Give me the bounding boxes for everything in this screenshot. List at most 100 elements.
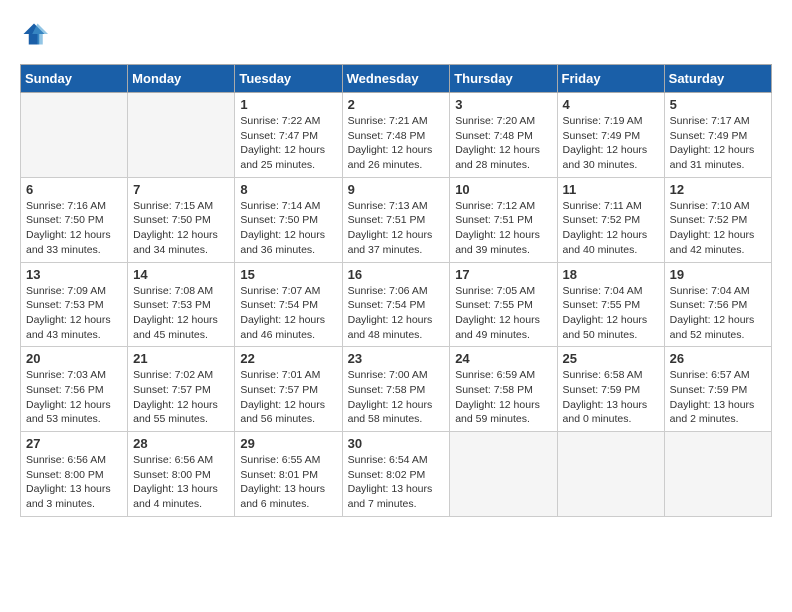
calendar-cell: 4 Sunrise: 7:19 AM Sunset: 7:49 PM Daylig… bbox=[557, 93, 664, 178]
day-number: 9 bbox=[348, 182, 445, 197]
day-number: 24 bbox=[455, 351, 551, 366]
calendar-cell: 16 Sunrise: 7:06 AM Sunset: 7:54 PM Dayli… bbox=[342, 262, 450, 347]
day-info: Sunrise: 6:59 AM Sunset: 7:58 PM Dayligh… bbox=[455, 368, 551, 427]
calendar-cell: 19 Sunrise: 7:04 AM Sunset: 7:56 PM Dayli… bbox=[664, 262, 771, 347]
week-row-4: 20 Sunrise: 7:03 AM Sunset: 7:56 PM Dayli… bbox=[21, 347, 772, 432]
calendar-cell: 7 Sunrise: 7:15 AM Sunset: 7:50 PM Daylig… bbox=[128, 177, 235, 262]
day-number: 27 bbox=[26, 436, 122, 451]
day-number: 26 bbox=[670, 351, 766, 366]
day-info: Sunrise: 7:02 AM Sunset: 7:57 PM Dayligh… bbox=[133, 368, 229, 427]
day-info: Sunrise: 7:15 AM Sunset: 7:50 PM Dayligh… bbox=[133, 199, 229, 258]
day-info: Sunrise: 7:10 AM Sunset: 7:52 PM Dayligh… bbox=[670, 199, 766, 258]
calendar-cell bbox=[21, 93, 128, 178]
calendar-cell: 26 Sunrise: 6:57 AM Sunset: 7:59 PM Dayli… bbox=[664, 347, 771, 432]
day-info: Sunrise: 7:16 AM Sunset: 7:50 PM Dayligh… bbox=[26, 199, 122, 258]
calendar-cell: 6 Sunrise: 7:16 AM Sunset: 7:50 PM Daylig… bbox=[21, 177, 128, 262]
calendar-cell: 10 Sunrise: 7:12 AM Sunset: 7:51 PM Dayli… bbox=[450, 177, 557, 262]
calendar-cell: 23 Sunrise: 7:00 AM Sunset: 7:58 PM Dayli… bbox=[342, 347, 450, 432]
calendar-cell bbox=[128, 93, 235, 178]
calendar-cell: 13 Sunrise: 7:09 AM Sunset: 7:53 PM Dayli… bbox=[21, 262, 128, 347]
calendar-cell: 12 Sunrise: 7:10 AM Sunset: 7:52 PM Dayli… bbox=[664, 177, 771, 262]
day-info: Sunrise: 7:20 AM Sunset: 7:48 PM Dayligh… bbox=[455, 114, 551, 173]
calendar-cell: 27 Sunrise: 6:56 AM Sunset: 8:00 PM Dayli… bbox=[21, 432, 128, 517]
day-info: Sunrise: 7:00 AM Sunset: 7:58 PM Dayligh… bbox=[348, 368, 445, 427]
day-number: 18 bbox=[563, 267, 659, 282]
day-number: 2 bbox=[348, 97, 445, 112]
weekday-header-thursday: Thursday bbox=[450, 65, 557, 93]
day-number: 29 bbox=[240, 436, 336, 451]
day-number: 20 bbox=[26, 351, 122, 366]
weekday-header-friday: Friday bbox=[557, 65, 664, 93]
calendar-cell: 25 Sunrise: 6:58 AM Sunset: 7:59 PM Dayli… bbox=[557, 347, 664, 432]
day-info: Sunrise: 6:56 AM Sunset: 8:00 PM Dayligh… bbox=[26, 453, 122, 512]
week-row-5: 27 Sunrise: 6:56 AM Sunset: 8:00 PM Dayli… bbox=[21, 432, 772, 517]
day-number: 5 bbox=[670, 97, 766, 112]
day-number: 10 bbox=[455, 182, 551, 197]
logo bbox=[20, 20, 52, 48]
day-info: Sunrise: 7:11 AM Sunset: 7:52 PM Dayligh… bbox=[563, 199, 659, 258]
calendar-cell: 20 Sunrise: 7:03 AM Sunset: 7:56 PM Dayli… bbox=[21, 347, 128, 432]
weekday-header-sunday: Sunday bbox=[21, 65, 128, 93]
calendar-cell: 28 Sunrise: 6:56 AM Sunset: 8:00 PM Dayli… bbox=[128, 432, 235, 517]
day-info: Sunrise: 6:56 AM Sunset: 8:00 PM Dayligh… bbox=[133, 453, 229, 512]
logo-icon bbox=[20, 20, 48, 48]
calendar-cell bbox=[557, 432, 664, 517]
day-number: 12 bbox=[670, 182, 766, 197]
page-header bbox=[20, 20, 772, 48]
day-number: 19 bbox=[670, 267, 766, 282]
day-info: Sunrise: 7:19 AM Sunset: 7:49 PM Dayligh… bbox=[563, 114, 659, 173]
calendar-cell: 8 Sunrise: 7:14 AM Sunset: 7:50 PM Daylig… bbox=[235, 177, 342, 262]
day-info: Sunrise: 7:09 AM Sunset: 7:53 PM Dayligh… bbox=[26, 284, 122, 343]
day-info: Sunrise: 6:55 AM Sunset: 8:01 PM Dayligh… bbox=[240, 453, 336, 512]
calendar-cell: 1 Sunrise: 7:22 AM Sunset: 7:47 PM Daylig… bbox=[235, 93, 342, 178]
day-number: 7 bbox=[133, 182, 229, 197]
day-info: Sunrise: 7:14 AM Sunset: 7:50 PM Dayligh… bbox=[240, 199, 336, 258]
calendar-cell: 14 Sunrise: 7:08 AM Sunset: 7:53 PM Dayli… bbox=[128, 262, 235, 347]
day-number: 28 bbox=[133, 436, 229, 451]
day-info: Sunrise: 7:08 AM Sunset: 7:53 PM Dayligh… bbox=[133, 284, 229, 343]
day-info: Sunrise: 7:06 AM Sunset: 7:54 PM Dayligh… bbox=[348, 284, 445, 343]
calendar-cell: 17 Sunrise: 7:05 AM Sunset: 7:55 PM Dayli… bbox=[450, 262, 557, 347]
day-number: 6 bbox=[26, 182, 122, 197]
day-info: Sunrise: 7:04 AM Sunset: 7:55 PM Dayligh… bbox=[563, 284, 659, 343]
day-info: Sunrise: 7:12 AM Sunset: 7:51 PM Dayligh… bbox=[455, 199, 551, 258]
calendar-cell: 9 Sunrise: 7:13 AM Sunset: 7:51 PM Daylig… bbox=[342, 177, 450, 262]
weekday-header-wednesday: Wednesday bbox=[342, 65, 450, 93]
day-info: Sunrise: 6:57 AM Sunset: 7:59 PM Dayligh… bbox=[670, 368, 766, 427]
calendar-table: SundayMondayTuesdayWednesdayThursdayFrid… bbox=[20, 64, 772, 517]
calendar-cell: 11 Sunrise: 7:11 AM Sunset: 7:52 PM Dayli… bbox=[557, 177, 664, 262]
day-info: Sunrise: 6:58 AM Sunset: 7:59 PM Dayligh… bbox=[563, 368, 659, 427]
calendar-cell bbox=[450, 432, 557, 517]
calendar-cell: 24 Sunrise: 6:59 AM Sunset: 7:58 PM Dayli… bbox=[450, 347, 557, 432]
day-info: Sunrise: 7:04 AM Sunset: 7:56 PM Dayligh… bbox=[670, 284, 766, 343]
day-number: 25 bbox=[563, 351, 659, 366]
day-number: 8 bbox=[240, 182, 336, 197]
day-number: 14 bbox=[133, 267, 229, 282]
day-info: Sunrise: 7:01 AM Sunset: 7:57 PM Dayligh… bbox=[240, 368, 336, 427]
day-info: Sunrise: 7:05 AM Sunset: 7:55 PM Dayligh… bbox=[455, 284, 551, 343]
day-number: 30 bbox=[348, 436, 445, 451]
day-info: Sunrise: 7:03 AM Sunset: 7:56 PM Dayligh… bbox=[26, 368, 122, 427]
day-number: 13 bbox=[26, 267, 122, 282]
day-info: Sunrise: 7:13 AM Sunset: 7:51 PM Dayligh… bbox=[348, 199, 445, 258]
calendar-cell: 29 Sunrise: 6:55 AM Sunset: 8:01 PM Dayli… bbox=[235, 432, 342, 517]
weekday-header-row: SundayMondayTuesdayWednesdayThursdayFrid… bbox=[21, 65, 772, 93]
week-row-2: 6 Sunrise: 7:16 AM Sunset: 7:50 PM Daylig… bbox=[21, 177, 772, 262]
day-number: 15 bbox=[240, 267, 336, 282]
day-number: 4 bbox=[563, 97, 659, 112]
day-number: 16 bbox=[348, 267, 445, 282]
weekday-header-saturday: Saturday bbox=[664, 65, 771, 93]
calendar-cell: 5 Sunrise: 7:17 AM Sunset: 7:49 PM Daylig… bbox=[664, 93, 771, 178]
day-info: Sunrise: 6:54 AM Sunset: 8:02 PM Dayligh… bbox=[348, 453, 445, 512]
day-number: 1 bbox=[240, 97, 336, 112]
weekday-header-monday: Monday bbox=[128, 65, 235, 93]
day-number: 17 bbox=[455, 267, 551, 282]
day-info: Sunrise: 7:22 AM Sunset: 7:47 PM Dayligh… bbox=[240, 114, 336, 173]
day-number: 11 bbox=[563, 182, 659, 197]
day-number: 23 bbox=[348, 351, 445, 366]
weekday-header-tuesday: Tuesday bbox=[235, 65, 342, 93]
calendar-cell: 3 Sunrise: 7:20 AM Sunset: 7:48 PM Daylig… bbox=[450, 93, 557, 178]
day-info: Sunrise: 7:17 AM Sunset: 7:49 PM Dayligh… bbox=[670, 114, 766, 173]
calendar-cell: 2Sunrise: 7:21 AM Sunset: 7:48 PM Daylig… bbox=[342, 93, 450, 178]
day-number: 3 bbox=[455, 97, 551, 112]
